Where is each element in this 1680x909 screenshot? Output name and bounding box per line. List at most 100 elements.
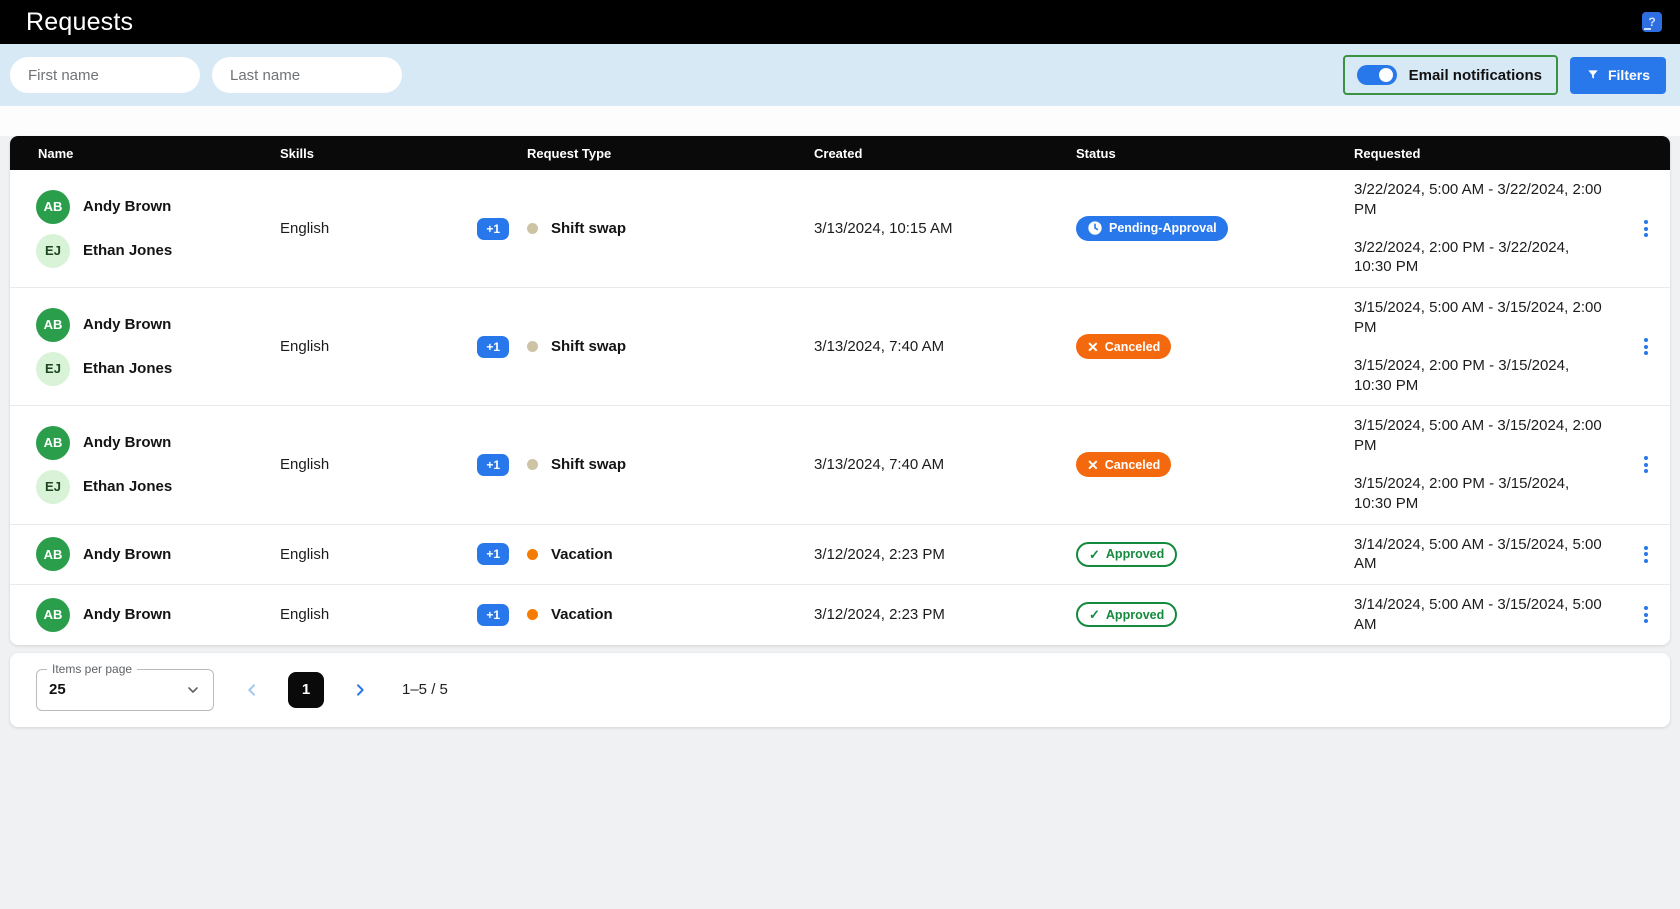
- table-row: ABAndy BrownEJEthan JonesEnglish+1Shift …: [10, 287, 1670, 405]
- requested-range: 3/15/2024, 5:00 AM - 3/15/2024, 2:00 PM: [1354, 416, 1610, 456]
- cancel-x-icon: ✕: [1087, 458, 1099, 472]
- person-name: Ethan Jones: [83, 242, 172, 259]
- person-name: Andy Brown: [83, 546, 171, 563]
- filters-button[interactable]: Filters: [1570, 57, 1666, 94]
- status-badge: ✕Canceled: [1076, 334, 1171, 359]
- last-name-input[interactable]: [212, 57, 402, 93]
- approved-check-icon: ✓: [1089, 548, 1100, 561]
- name-cell: ABAndy Brown: [10, 529, 280, 579]
- requested-range: 3/15/2024, 2:00 PM - 3/15/2024, 10:30 PM: [1354, 474, 1610, 514]
- table-header-row: NameSkillsRequest TypeCreatedStatusReque…: [10, 136, 1670, 170]
- skills-label: English: [280, 606, 329, 623]
- previous-page-button[interactable]: [240, 678, 264, 702]
- skills-label: English: [280, 456, 329, 473]
- status-badge: ✓ Approved: [1076, 602, 1177, 627]
- request-type-label: Shift swap: [551, 338, 626, 355]
- table-row: ABAndy BrownEJEthan JonesEnglish+1Shift …: [10, 170, 1670, 287]
- skills-cell: English +1: [280, 604, 527, 626]
- person-name: Andy Brown: [83, 316, 171, 333]
- request-type-label: Shift swap: [551, 456, 626, 473]
- status-label: Approved: [1106, 547, 1164, 561]
- person-name: Ethan Jones: [83, 478, 172, 495]
- column-header-skills: Skills: [280, 146, 527, 161]
- status-cell: ✕Canceled: [1076, 452, 1354, 477]
- approved-check-icon: ✓: [1089, 608, 1100, 621]
- row-menu-button[interactable]: [1640, 542, 1652, 567]
- pagination-bar: Items per page 25 1 1–5 / 5: [10, 653, 1670, 727]
- current-page-button[interactable]: 1: [288, 672, 324, 708]
- extra-skills-badge[interactable]: +1: [477, 336, 509, 358]
- request-type-dot: [527, 223, 538, 234]
- avatar: AB: [36, 598, 70, 632]
- row-menu-button[interactable]: [1640, 602, 1652, 627]
- extra-skills-badge[interactable]: +1: [477, 454, 509, 476]
- actions-cell: [1622, 452, 1670, 477]
- requested-cell: 3/14/2024, 5:00 AM - 3/15/2024, 5:00 AM: [1354, 525, 1622, 585]
- skills-label: English: [280, 338, 329, 355]
- requested-range: 3/14/2024, 5:00 AM - 3/15/2024, 5:00 AM: [1354, 535, 1610, 575]
- table-body: AB Andy Brown EJEthan Jones English +1 Shift …: [10, 170, 1670, 645]
- avatar: AB: [36, 308, 70, 342]
- person: EJEthan Jones: [36, 470, 270, 504]
- avatar: AB: [36, 190, 70, 224]
- table-row: ABAndy BrownEJEthan JonesEnglish+1Shift …: [10, 405, 1670, 523]
- extra-skills-badge[interactable]: +1: [477, 604, 509, 626]
- chevron-right-icon: [352, 682, 368, 698]
- row-menu-button[interactable]: [1640, 334, 1652, 359]
- person: EJEthan Jones: [36, 234, 270, 268]
- requested-range: 3/15/2024, 2:00 PM - 3/15/2024, 10:30 PM: [1354, 356, 1610, 396]
- row-menu-button[interactable]: [1640, 216, 1652, 241]
- content-gap: [0, 106, 1680, 136]
- email-notifications-toggle[interactable]: [1357, 65, 1397, 85]
- name-cell: ABAndy BrownEJEthan Jones: [10, 300, 280, 394]
- page-range-label: 1–5 / 5: [402, 681, 448, 698]
- status-cell: ✓ Approved: [1076, 542, 1354, 567]
- person: AB Andy Brown: [36, 308, 270, 342]
- requested-cell: 3/15/2024, 5:00 AM - 3/15/2024, 2:00 PM 3…: [1354, 406, 1622, 523]
- items-per-page-select[interactable]: Items per page 25: [36, 669, 214, 711]
- status-badge: ✓ Approved: [1076, 542, 1177, 567]
- name-cell: AB Andy Brown: [10, 590, 280, 640]
- first-name-input[interactable]: [10, 57, 200, 93]
- created-cell: 3/12/2024, 2:23 PM: [814, 606, 1076, 623]
- person-name: Andy Brown: [83, 198, 171, 215]
- actions-cell: [1622, 602, 1670, 627]
- status-label: Pending-Approval: [1109, 221, 1217, 235]
- next-page-button[interactable]: [348, 678, 372, 702]
- requests-table: NameSkillsRequest TypeCreatedStatusReque…: [10, 136, 1670, 645]
- filters-button-label: Filters: [1608, 67, 1650, 83]
- requested-range: 3/22/2024, 2:00 PM - 3/22/2024, 10:30 PM: [1354, 238, 1610, 278]
- skills-cell: English +1: [280, 454, 527, 476]
- request-type-dot: [527, 459, 538, 470]
- items-per-page-label: Items per page: [47, 662, 137, 676]
- created-cell: 3/13/2024, 10:15 AM: [814, 220, 1076, 237]
- actions-cell: [1622, 334, 1670, 359]
- status-cell: Pending-Approval: [1076, 216, 1354, 242]
- status-label: Approved: [1106, 608, 1164, 622]
- filter-bar: Email notifications Filters: [0, 44, 1680, 106]
- request-type-cell: Shift swap: [527, 220, 814, 237]
- pending-clock-icon: [1087, 220, 1103, 236]
- status-badge: ✕Canceled: [1076, 452, 1171, 477]
- request-type-dot: [527, 609, 538, 620]
- created-cell: 3/13/2024, 7:40 AM: [814, 338, 1076, 355]
- requested-cell: 3/15/2024, 5:00 AM - 3/15/2024, 2:00 PM3…: [1354, 288, 1622, 405]
- extra-skills-badge[interactable]: +1: [477, 218, 509, 240]
- request-type-cell: Vacation: [527, 546, 814, 563]
- filter-funnel-icon: [1586, 68, 1600, 82]
- help-icon[interactable]: ?: [1642, 12, 1662, 32]
- person-name: Andy Brown: [83, 606, 171, 623]
- request-type-dot: [527, 341, 538, 352]
- extra-skills-badge[interactable]: +1: [477, 543, 509, 565]
- row-menu-button[interactable]: [1640, 452, 1652, 477]
- table-row: ABAndy BrownEnglish+1Vacation3/12/2024, …: [10, 524, 1670, 585]
- name-cell: AB Andy Brown EJEthan Jones: [10, 182, 280, 276]
- email-notifications-group[interactable]: Email notifications: [1343, 55, 1558, 95]
- column-header-status: Status: [1076, 146, 1354, 161]
- person-name: Ethan Jones: [83, 360, 172, 377]
- person-name: Andy Brown: [83, 434, 171, 451]
- items-per-page-value: 25: [49, 681, 185, 698]
- skills-label: English: [280, 546, 329, 563]
- requested-cell: 3/22/2024, 5:00 AM - 3/22/2024, 2:00 PM3…: [1354, 170, 1622, 287]
- request-type-dot: [527, 549, 538, 560]
